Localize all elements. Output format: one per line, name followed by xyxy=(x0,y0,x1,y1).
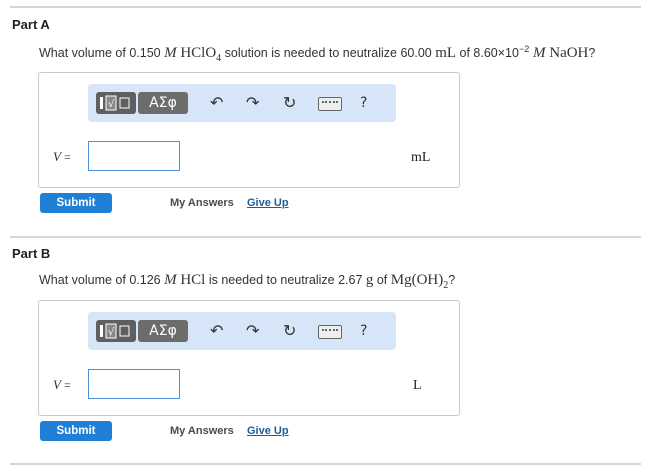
part-a-title: Part A xyxy=(12,17,50,32)
redo-icon[interactable]: ↷ xyxy=(246,93,259,113)
greek-icon[interactable]: ΑΣφ xyxy=(138,92,188,114)
templates-icon[interactable]: √ xyxy=(96,320,136,342)
reset-icon[interactable]: ↻ xyxy=(283,321,296,341)
undo-icon[interactable]: ↶ xyxy=(210,93,223,113)
svg-text:√: √ xyxy=(108,327,115,338)
part-a-question: What volume of 0.150 M HClO4 solution is… xyxy=(39,44,596,65)
part-a-give-up-link[interactable]: Give Up xyxy=(247,197,289,209)
part-b-unit: L xyxy=(413,378,422,393)
part-a-answer-input[interactable] xyxy=(88,141,180,171)
keyboard-icon[interactable] xyxy=(318,325,342,339)
part-b-give-up-link[interactable]: Give Up xyxy=(247,425,289,437)
help-icon[interactable]: ? xyxy=(360,321,367,341)
reset-icon[interactable]: ↻ xyxy=(283,93,296,113)
part-b-my-answers-link[interactable]: My Answers xyxy=(170,425,234,437)
part-a-my-answers-link[interactable]: My Answers xyxy=(170,197,234,209)
svg-text:√: √ xyxy=(108,99,115,110)
part-b-question: What volume of 0.126 M HCl is needed to … xyxy=(39,272,456,291)
part-b-divider xyxy=(10,463,641,465)
templates-icon[interactable]: √ xyxy=(96,92,136,114)
undo-icon[interactable]: ↶ xyxy=(210,321,223,341)
part-a-equation-toolbar: √ ΑΣφ ↶ ↷ ↻ ? xyxy=(88,84,396,122)
greek-icon[interactable]: ΑΣφ xyxy=(138,320,188,342)
part-b-title: Part B xyxy=(12,246,51,261)
keyboard-icon[interactable] xyxy=(318,97,342,111)
redo-icon[interactable]: ↷ xyxy=(246,321,259,341)
top-divider xyxy=(10,6,641,8)
part-a-submit-button[interactable]: Submit xyxy=(40,193,112,213)
part-a-variable-label: V = xyxy=(53,149,71,164)
part-b-answer-box: √ ΑΣφ ↶ ↷ ↻ ? V = L xyxy=(38,300,460,416)
part-b-equation-toolbar: √ ΑΣφ ↶ ↷ ↻ ? xyxy=(88,312,396,350)
part-b-submit-button[interactable]: Submit xyxy=(40,421,112,441)
help-icon[interactable]: ? xyxy=(360,93,367,113)
part-b-variable-label: V = xyxy=(53,377,71,392)
part-a-unit: mL xyxy=(411,150,431,165)
part-b-answer-input[interactable] xyxy=(88,369,180,399)
part-a-divider xyxy=(10,236,641,238)
part-a-answer-box: √ ΑΣφ ↶ ↷ ↻ ? V = mL xyxy=(38,72,460,188)
